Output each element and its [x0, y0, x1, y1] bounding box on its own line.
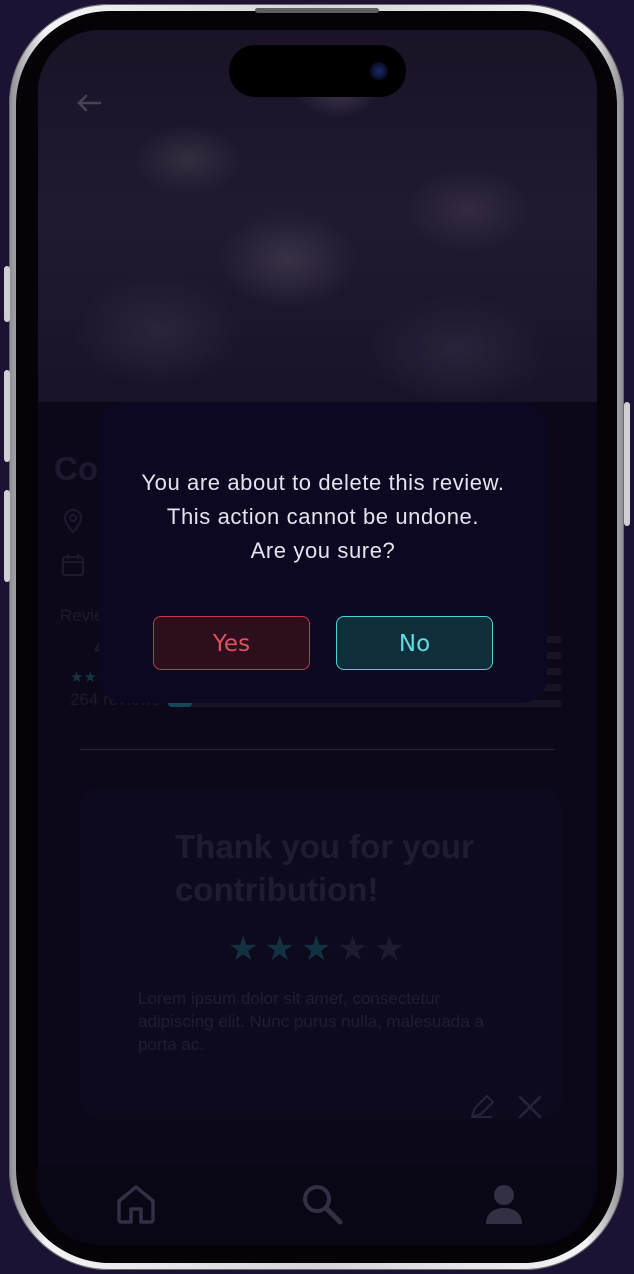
dialog-message-line-2: This action cannot be undone.: [166, 504, 480, 529]
volume-down-button: [4, 490, 10, 582]
front-camera: [370, 62, 388, 80]
action-button: [4, 266, 10, 322]
dialog-message-line-3: Are you sure?: [250, 538, 396, 563]
screen: Cool Super Club Reviews 4 ★★★★★ 264 revi…: [38, 30, 597, 1245]
volume-up-button: [4, 370, 10, 462]
yes-button[interactable]: Yes: [153, 616, 310, 670]
power-button: [624, 402, 630, 526]
no-button[interactable]: No: [336, 616, 493, 670]
delete-confirmation-dialog: You are about to delete this review. Thi…: [99, 403, 547, 703]
dialog-message: You are about to delete this review. Thi…: [99, 466, 547, 568]
speaker-grille: [255, 8, 379, 13]
dialog-message-line-1: You are about to delete this review.: [141, 470, 505, 495]
